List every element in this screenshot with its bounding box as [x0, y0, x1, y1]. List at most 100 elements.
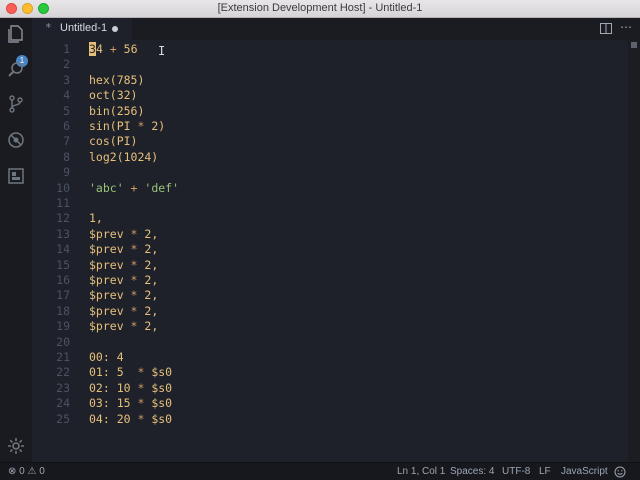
code-line[interactable]: 15 $prev * 2, [32, 258, 628, 273]
settings-gear-icon[interactable] [6, 436, 26, 456]
code-token: 02: 10 [89, 380, 138, 395]
line-code: hex(785) [89, 73, 144, 88]
code-token: $prev [89, 303, 131, 318]
code-line[interactable]: 5 bin(256) [32, 104, 628, 119]
line-code: 00: 4 [89, 350, 124, 365]
code-line[interactable]: 12 1, [32, 211, 628, 226]
smiley-feedback-icon[interactable] [614, 466, 626, 478]
unsaved-dot-icon[interactable] [112, 26, 118, 32]
split-editor-icon[interactable] [600, 23, 612, 34]
code-token: 01: 5 [89, 365, 138, 380]
code-line[interactable]: 23 02: 10 * $s0 [32, 381, 628, 396]
code-line[interactable]: 3 hex(785) [32, 73, 628, 88]
code-token: 'abc' [89, 180, 124, 195]
code-line[interactable]: 22 01: 5 * $s0 [32, 365, 628, 380]
editor-scrollbar[interactable] [628, 40, 640, 462]
line-code: 34 + 56 [89, 42, 138, 57]
code-line[interactable]: 18 $prev * 2, [32, 304, 628, 319]
code-token: 4 [95, 42, 103, 56]
line-number: 10 [56, 180, 70, 195]
code-line[interactable]: 19 $prev * 2, [32, 319, 628, 334]
code-token: + [102, 42, 124, 56]
line-code: 02: 10 * $s0 [89, 381, 172, 396]
code-line[interactable]: 9 [32, 165, 628, 180]
code-line[interactable]: 16 $prev * 2, [32, 273, 628, 288]
line-number: 17 [56, 288, 70, 303]
code-token: 2, [137, 226, 159, 241]
code-line[interactable]: 17 $prev * 2, [32, 288, 628, 303]
code-token: 00: 4 [89, 350, 124, 364]
language-mode[interactable]: JavaScript [561, 466, 608, 477]
tab-untitled-1[interactable]: * Untitled-1 [32, 18, 132, 40]
code-token: 04: 20 [89, 411, 138, 426]
line-code: oct(32) [89, 88, 137, 103]
title-bar: [Extension Development Host] - Untitled-… [0, 0, 640, 18]
code-token: hex(785) [89, 72, 145, 87]
line-number: 12 [56, 211, 70, 226]
line-code: cos(PI) [89, 134, 137, 149]
code-token: + [123, 180, 145, 195]
code-token: $prev [89, 273, 131, 287]
line-code: log2(1024) [89, 150, 158, 165]
line-number: 3 [63, 72, 70, 87]
line-code: $prev * 2, [89, 319, 158, 334]
line-number: 15 [56, 257, 70, 272]
line-number: 14 [56, 242, 70, 257]
code-editor[interactable]: 1 34 + 56 I 2 3 hex(785) 4 oct(32) 5 bin(256) 6 sin… [32, 40, 628, 462]
extensions-icon[interactable] [6, 166, 26, 186]
line-number: 4 [63, 88, 70, 103]
source-control-icon[interactable] [6, 94, 26, 114]
code-line[interactable]: 21 00: 4 [32, 350, 628, 365]
code-line[interactable]: 8 log2(1024) [32, 150, 628, 165]
code-token: sin(PI [89, 119, 138, 133]
line-number: 24 [56, 396, 70, 411]
code-token: log2(1024) [89, 149, 159, 164]
code-token: $s0 [144, 411, 173, 426]
line-number: 5 [63, 103, 70, 118]
indentation[interactable]: Spaces: 4 [450, 466, 494, 477]
code-line[interactable]: 20 [32, 335, 628, 350]
line-code: bin(256) [89, 104, 144, 119]
code-token: oct(32) [89, 88, 138, 103]
search-icon[interactable] [6, 60, 26, 80]
code-line[interactable]: 24 03: 15 * $s0 [32, 396, 628, 411]
line-number: 8 [63, 149, 70, 164]
code-line[interactable]: 13 $prev * 2, [32, 227, 628, 242]
code-line[interactable]: 11 [32, 196, 628, 211]
line-code: $prev * 2, [89, 304, 158, 319]
tab-label: Untitled-1 [60, 22, 108, 34]
line-number: 18 [56, 303, 70, 318]
debug-icon[interactable] [6, 130, 26, 150]
code-line[interactable]: 2 [32, 57, 628, 72]
end-of-line[interactable]: LF [539, 466, 551, 477]
code-line[interactable]: 10 'abc' + 'def' [32, 181, 628, 196]
code-token: 2, [137, 319, 159, 334]
code-token: $prev [89, 319, 131, 334]
tab-bar: * Untitled-1 ⋯ [32, 18, 640, 40]
code-token: 56 [123, 42, 138, 56]
code-line[interactable]: 7 cos(PI) [32, 134, 628, 149]
code-line[interactable]: 6 sin(PI * 2) [32, 119, 628, 134]
line-number: 7 [63, 134, 70, 149]
line-number: 20 [56, 334, 70, 349]
more-actions-icon[interactable]: ⋯ [620, 20, 632, 34]
line-code: 01: 5 * $s0 [89, 365, 172, 380]
errors-indicator[interactable]: ⊗ 0 ⚠ 0 [8, 466, 45, 477]
code-line[interactable]: 25 04: 20 * $s0 [32, 412, 628, 427]
code-line[interactable]: 1 34 + 56 I [32, 42, 628, 58]
line-number: 23 [56, 380, 70, 395]
encoding[interactable]: UTF-8 [502, 466, 530, 477]
error-count: 0 [19, 466, 25, 477]
code-line[interactable]: 4 oct(32) [32, 88, 628, 103]
code-token: $prev [89, 288, 131, 303]
line-code: 1, [89, 211, 103, 226]
code-line[interactable]: 14 $prev * 2, [32, 242, 628, 257]
code-token: $s0 [144, 380, 173, 395]
line-number: 13 [56, 226, 70, 241]
code-token: 2, [137, 273, 159, 287]
line-number: 25 [56, 411, 70, 426]
line-number: 19 [56, 319, 70, 334]
cursor-position[interactable]: Ln 1, Col 1 [397, 466, 445, 477]
explorer-icon[interactable] [6, 24, 26, 44]
line-number: 21 [56, 350, 70, 364]
